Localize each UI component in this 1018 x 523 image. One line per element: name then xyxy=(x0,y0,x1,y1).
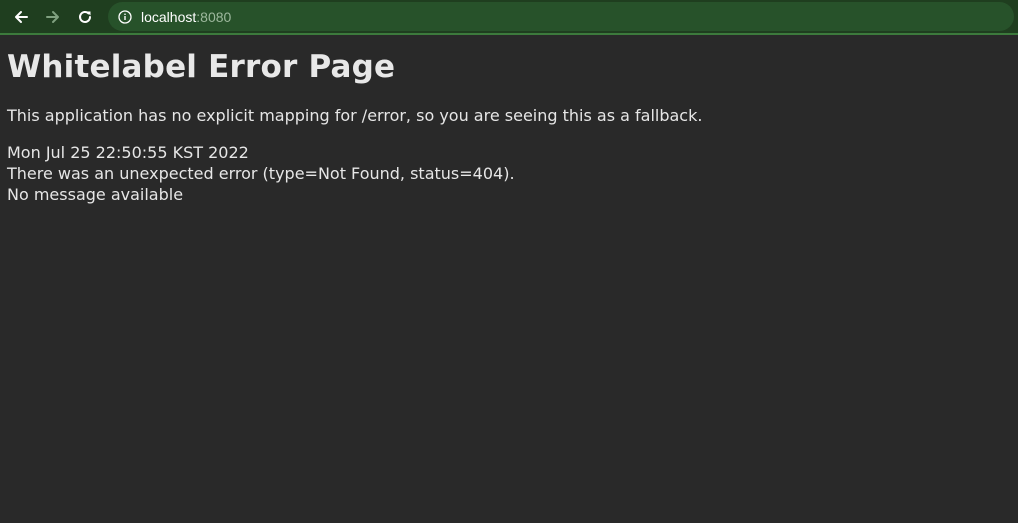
url-text[interactable]: localhost:8080 xyxy=(141,9,231,25)
intro-text: This application has no explicit mapping… xyxy=(7,106,703,125)
back-button[interactable] xyxy=(8,4,34,30)
reload-button[interactable] xyxy=(72,4,98,30)
address-bar[interactable]: localhost:8080 xyxy=(108,2,1014,31)
url-port: :8080 xyxy=(196,8,232,25)
arrow-left-icon xyxy=(15,11,28,23)
error-status: There was an unexpected error (type=Not … xyxy=(7,164,515,183)
arrow-right-icon xyxy=(46,11,59,23)
browser-toolbar: localhost:8080 xyxy=(0,0,1018,35)
info-icon[interactable] xyxy=(118,9,132,24)
page-title: Whitelabel Error Page xyxy=(7,49,396,85)
page-content: Whitelabel Error Page This application h… xyxy=(7,35,1018,205)
url-host: localhost xyxy=(141,8,197,25)
error-message: No message available xyxy=(7,185,184,204)
reload-icon xyxy=(79,10,91,23)
error-details: Mon Jul 25 22:50:55 KST 2022 There was a… xyxy=(7,142,1018,205)
error-timestamp: Mon Jul 25 22:50:55 KST 2022 xyxy=(7,143,249,162)
forward-button[interactable] xyxy=(40,4,66,30)
